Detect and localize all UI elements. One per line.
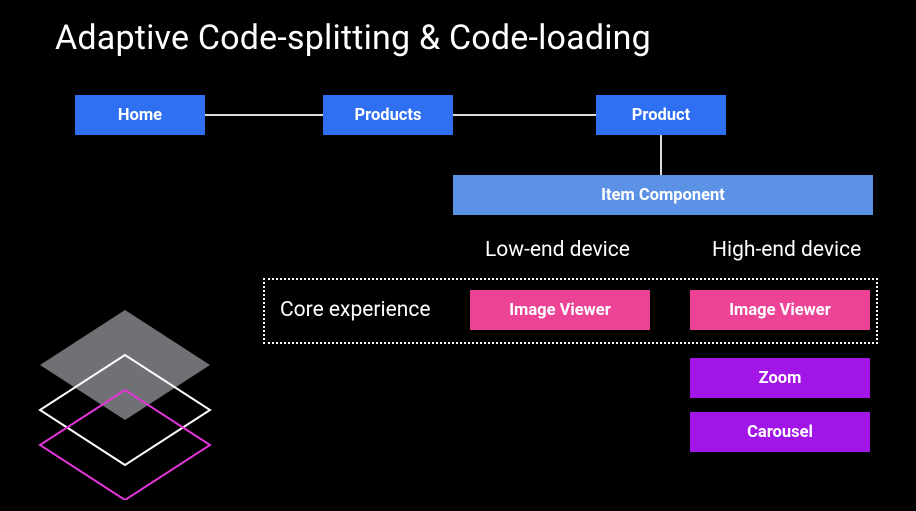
layers-icon (25, 300, 225, 500)
node-item-component: Item Component (453, 175, 873, 215)
label-high-end: High-end device (712, 238, 861, 262)
label-low-end: Low-end device (485, 238, 630, 262)
connector-home-products (205, 114, 323, 116)
connector-product-item (660, 135, 662, 175)
module-image-viewer-high: Image Viewer (690, 290, 870, 330)
page-title: Adaptive Code-splitting & Code-loading (55, 18, 651, 58)
module-zoom: Zoom (690, 358, 870, 398)
module-carousel: Carousel (690, 412, 870, 452)
label-core-experience: Core experience (280, 298, 430, 322)
node-home: Home (75, 95, 205, 135)
node-products: Products (323, 95, 453, 135)
module-image-viewer-low: Image Viewer (470, 290, 650, 330)
connector-products-product (453, 114, 596, 116)
node-product: Product (596, 95, 726, 135)
